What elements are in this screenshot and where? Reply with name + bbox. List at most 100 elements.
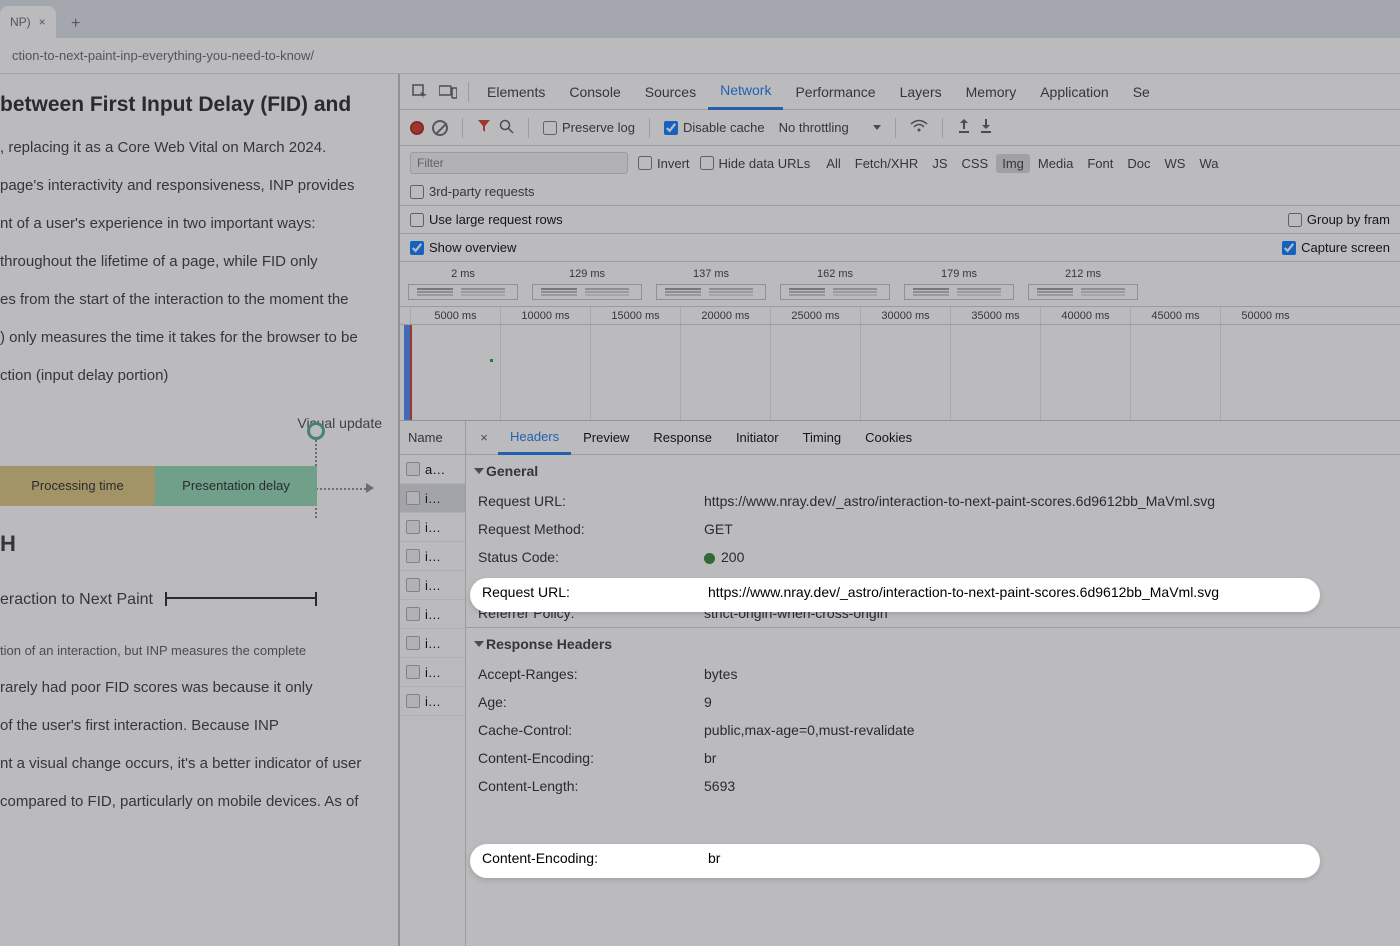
request-row[interactable]: i…	[400, 513, 465, 542]
file-icon	[406, 491, 420, 505]
screenshot-thumb[interactable]: 137 ms	[656, 268, 766, 300]
third-party-checkbox[interactable]: 3rd-party requests	[410, 184, 535, 199]
filter-type-doc[interactable]: Doc	[1121, 154, 1156, 173]
device-toggle-icon[interactable]	[434, 78, 462, 106]
devtools-tab-memory[interactable]: Memory	[954, 74, 1029, 110]
content-encoding-key: Content-Encoding:	[478, 750, 704, 766]
inp-diagram: Visual update Processing time Presentati…	[0, 412, 382, 662]
devtools-tab-layers[interactable]: Layers	[888, 74, 954, 110]
detail-tab-cookies[interactable]: Cookies	[853, 421, 924, 455]
screenshot-thumb[interactable]: 179 ms	[904, 268, 1014, 300]
request-row[interactable]: i…	[400, 658, 465, 687]
detail-tab-response[interactable]: Response	[641, 421, 724, 455]
devtools-tab-application[interactable]: Application	[1028, 74, 1121, 110]
request-row[interactable]: i…	[400, 629, 465, 658]
thumb-image	[408, 284, 518, 300]
filter-type-wa[interactable]: Wa	[1193, 154, 1224, 173]
invert-checkbox[interactable]: Invert	[638, 156, 690, 171]
timeline-ruler: 5000 ms10000 ms15000 ms20000 ms25000 ms3…	[400, 307, 1400, 325]
detail-tab-initiator[interactable]: Initiator	[724, 421, 791, 455]
close-details-button[interactable]: ×	[470, 424, 498, 452]
request-row[interactable]: i…	[400, 542, 465, 571]
request-row[interactable]: i…	[400, 571, 465, 600]
new-tab-button[interactable]: +	[62, 10, 90, 38]
detail-tab-preview[interactable]: Preview	[571, 421, 641, 455]
request-name: i…	[425, 694, 441, 709]
presentation-delay-segment: Presentation delay	[155, 466, 317, 506]
filter-type-img[interactable]: Img	[996, 154, 1030, 173]
article-text: ) only measures the time it takes for th…	[0, 326, 382, 350]
accept-ranges-row: Accept-Ranges: bytes	[466, 660, 1400, 688]
request-method-key: Request Method:	[478, 521, 704, 537]
filter-type-ws[interactable]: WS	[1158, 154, 1191, 173]
ruler-tick: 30000 ms	[860, 307, 950, 324]
waterfall[interactable]	[400, 325, 1400, 421]
filter-type-js[interactable]: JS	[926, 154, 953, 173]
article-text: , replacing it as a Core Web Vital on Ma…	[0, 136, 382, 160]
devtools-tab-performance[interactable]: Performance	[783, 74, 887, 110]
devtools-tab-console[interactable]: Console	[557, 74, 632, 110]
screenshot-thumb[interactable]: 212 ms	[1028, 268, 1138, 300]
disable-cache-checkbox[interactable]: Disable cache	[664, 120, 765, 135]
filter-type-css[interactable]: CSS	[956, 154, 995, 173]
general-section-header[interactable]: General	[466, 455, 1400, 487]
wifi-icon[interactable]	[910, 119, 928, 136]
screenshot-thumb[interactable]: 129 ms	[532, 268, 642, 300]
request-row[interactable]: i…	[400, 600, 465, 629]
name-header[interactable]: Name	[400, 421, 465, 455]
devtools-tab-elements[interactable]: Elements	[475, 74, 557, 110]
cache-control-value: public,max-age=0,must-revalidate	[704, 722, 1388, 738]
download-icon[interactable]	[979, 118, 993, 137]
search-icon[interactable]	[499, 119, 514, 137]
file-icon	[406, 636, 420, 650]
group-by-frame-checkbox[interactable]: Group by fram	[1288, 212, 1390, 227]
devtools-tab-se[interactable]: Se	[1121, 74, 1162, 110]
request-name: i…	[425, 491, 441, 506]
file-icon	[406, 607, 420, 621]
filter-type-media[interactable]: Media	[1032, 154, 1079, 173]
filter-type-fetch-xhr[interactable]: Fetch/XHR	[849, 154, 925, 173]
record-button[interactable]	[410, 121, 424, 135]
devtools-tabs: ElementsConsoleSourcesNetworkPerformance…	[400, 74, 1400, 110]
filter-type-all[interactable]: All	[820, 154, 846, 173]
separator	[942, 118, 943, 138]
address-bar[interactable]: ction-to-next-paint-inp-everything-you-n…	[0, 38, 1400, 74]
request-name: i…	[425, 578, 441, 593]
request-name: i…	[425, 520, 441, 535]
hide-data-urls-checkbox[interactable]: Hide data URLs	[700, 156, 811, 171]
request-dot	[490, 359, 493, 362]
browser-tab[interactable]: NP) ×	[0, 6, 56, 38]
devtools-tab-network[interactable]: Network	[708, 74, 783, 110]
request-method-row: Request Method: GET	[466, 515, 1400, 543]
request-row[interactable]: i…	[400, 484, 465, 513]
chevron-down-icon[interactable]	[873, 125, 881, 130]
detail-tabs: × HeadersPreviewResponseInitiatorTimingC…	[466, 421, 1400, 455]
devtools-tab-sources[interactable]: Sources	[633, 74, 708, 110]
screenshot-thumb[interactable]: 162 ms	[780, 268, 890, 300]
inspect-icon[interactable]	[406, 78, 434, 106]
response-headers-section-header[interactable]: Response Headers	[466, 627, 1400, 660]
throttling-select[interactable]: No throttling	[773, 118, 855, 137]
preserve-log-checkbox[interactable]: Preserve log	[543, 120, 635, 135]
preserve-log-label: Preserve log	[562, 120, 635, 135]
upload-icon[interactable]	[957, 118, 971, 137]
request-row[interactable]: a…	[400, 455, 465, 484]
request-row[interactable]: i…	[400, 687, 465, 716]
show-overview-checkbox[interactable]: Show overview	[410, 240, 516, 255]
thumb-image	[1028, 284, 1138, 300]
detail-tab-timing[interactable]: Timing	[791, 421, 854, 455]
status-code-row: Status Code: 200	[466, 543, 1400, 571]
detail-tab-headers[interactable]: Headers	[498, 421, 571, 455]
throttling-label: No throttling	[779, 120, 849, 135]
inp-bar: Processing time Presentation delay	[0, 466, 382, 506]
large-rows-checkbox[interactable]: Use large request rows	[410, 212, 563, 227]
screenshot-thumb[interactable]: 2 ms	[408, 268, 518, 300]
filter-type-font[interactable]: Font	[1081, 154, 1119, 173]
disclosure-triangle-icon	[474, 641, 484, 647]
close-tab-icon[interactable]: ×	[39, 15, 46, 29]
clear-button[interactable]	[432, 120, 448, 136]
filter-input[interactable]	[410, 152, 628, 174]
filter-toggle-icon[interactable]	[477, 119, 491, 136]
capture-screenshots-checkbox[interactable]: Capture screen	[1282, 240, 1390, 255]
general-label: General	[486, 463, 538, 479]
